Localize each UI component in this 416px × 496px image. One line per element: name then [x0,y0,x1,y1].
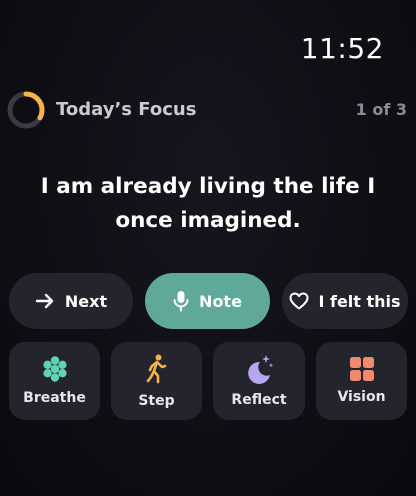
watch-screen: 11:52 Today’s Focus 1 of 3 I am already … [0,0,416,496]
vision-tile[interactable]: Vision [316,342,407,420]
next-label: Next [64,291,108,311]
walking-person-icon [146,354,166,384]
felt-this-label: I felt this [318,291,401,311]
heart-icon [289,292,309,310]
microphone-icon [173,291,189,312]
reflect-label: Reflect [231,392,287,408]
reflect-tile[interactable]: Reflect [213,342,305,420]
focus-title: Today’s Focus [56,99,197,120]
arrow-right-icon [35,293,54,309]
note-button[interactable]: Note [145,273,270,329]
grid-icon [349,357,374,381]
affirmation-line-2: once imagined. [115,208,301,233]
focus-header: Today’s Focus 1 of 3 [6,88,410,132]
focus-counter: 1 of 3 [355,100,407,119]
felt-this-button[interactable]: I felt this [282,273,408,329]
progress-ring-icon [7,91,45,129]
step-label: Step [138,393,175,409]
breathe-label: Breathe [23,390,86,406]
next-button[interactable]: Next [9,273,133,329]
note-label: Note [199,291,242,311]
flower-icon [42,356,67,382]
step-tile[interactable]: Step [111,342,202,420]
vision-label: Vision [337,389,386,405]
affirmation-line-1: I am already living the life I [40,174,376,199]
moon-stars-icon [248,355,274,384]
affirmation-text: I am already living the life I once imag… [20,170,396,238]
breathe-tile[interactable]: Breathe [9,342,100,420]
clock: 11:52 [300,32,384,65]
